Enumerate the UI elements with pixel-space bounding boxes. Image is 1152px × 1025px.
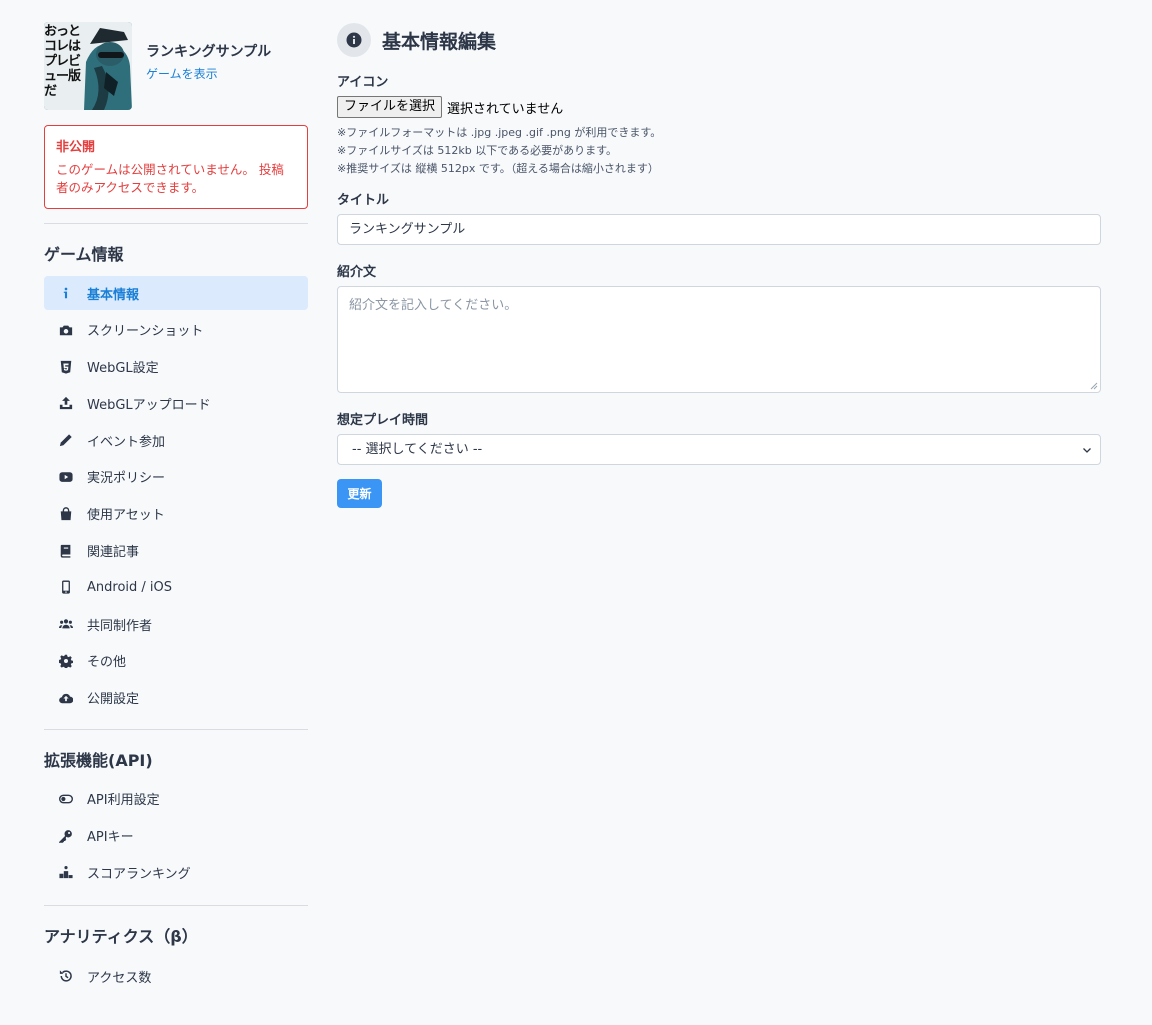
sidebar-item-label: APIキー <box>87 830 134 846</box>
private-alert: 非公開 このゲームは公開されていません。 投稿者のみアクセスできます。 <box>44 125 308 209</box>
sidebar-item-label: その他 <box>87 655 127 671</box>
sidebar-item-label: スクリーンショット <box>87 324 204 340</box>
youtube-icon <box>58 469 74 485</box>
sidebar-item-label: WebGLアップロード <box>87 397 211 413</box>
html5-icon <box>58 359 74 375</box>
sidebar-item-other[interactable]: その他 <box>44 644 308 678</box>
sidebar-item-label: スコアランキング <box>87 866 191 882</box>
sidebar-item-publish[interactable]: 公開設定 <box>44 681 308 715</box>
sidebar-item-label: アクセス数 <box>87 970 152 986</box>
info-circle-icon <box>337 23 371 57</box>
sidebar-item-basic-info[interactable]: 基本情報 <box>44 276 308 310</box>
sidebar-item-collaborators[interactable]: 共同制作者 <box>44 607 308 641</box>
game-name: ランキングサンプル <box>146 43 272 60</box>
sidebar-item-api-settings[interactable]: API利用設定 <box>44 782 308 816</box>
users-icon <box>58 616 74 632</box>
divider <box>44 728 308 730</box>
upload-icon <box>58 395 74 411</box>
alert-title: 非公開 <box>56 140 96 155</box>
divider <box>44 223 308 224</box>
divider <box>44 905 308 907</box>
info-icon <box>58 285 74 301</box>
gear-icon <box>58 653 74 669</box>
sidebar-item-articles[interactable]: 関連記事 <box>44 534 308 568</box>
key-icon <box>58 828 74 844</box>
game-meta: ランキングサンプル ゲームを表示 <box>146 41 271 82</box>
sidebar-item-label: 実況ポリシー <box>87 471 166 487</box>
icon-hints: ※ファイルフォーマットは .jpg .jpeg .gif .png が利用できま… <box>337 124 1101 178</box>
playtime-field-label: 想定プレイ時間 <box>337 413 429 428</box>
description-field-label: 紹介文 <box>337 265 377 280</box>
section-title-api: 拡張機能(API) <box>44 750 153 770</box>
sidebar-item-streaming-policy[interactable]: 実況ポリシー <box>44 460 308 494</box>
mobile-icon <box>58 579 74 595</box>
sidebar-item-access-count[interactable]: アクセス数 <box>44 959 308 993</box>
camera-icon <box>58 322 74 338</box>
sidebar-item-webgl-settings[interactable]: WebGL設定 <box>44 350 308 384</box>
sidebar-item-label: Android / iOS <box>87 579 173 595</box>
sidebar-item-label: 基本情報 <box>87 287 140 303</box>
nav-game-info: 基本情報 スクリーンショット WebGL設定 WebGLアップロード イベント参… <box>44 276 308 715</box>
toggle-icon <box>58 791 74 807</box>
hint-format: ※ファイルフォーマットは .jpg .jpeg .gif .png が利用できま… <box>337 126 662 139</box>
cloud-upload-icon <box>58 690 74 706</box>
nav-analytics: アクセス数 <box>44 959 308 993</box>
history-icon <box>58 968 74 984</box>
sidebar-item-label: 共同制作者 <box>87 618 153 634</box>
sidebar-item-score-ranking[interactable]: スコアランキング <box>44 855 308 889</box>
shopping-bag-icon <box>58 506 74 522</box>
choose-file-button[interactable]: ファイルを選択 <box>337 96 443 118</box>
main-content: 基本情報編集 アイコン ファイルを選択 選択されていません ※ファイルフォーマッ… <box>337 22 1101 508</box>
book-icon <box>58 543 74 559</box>
page-title: 基本情報編集 <box>382 30 497 53</box>
description-placeholder: 紹介文を記入してください。 <box>349 298 518 313</box>
game-thumbnail[interactable]: おっとコレはプレビュー版だ <box>44 22 132 110</box>
section-title-analytics: アナリティクス（β） <box>44 927 198 947</box>
description-textarea[interactable]: 紹介文を記入してください。 <box>337 286 1101 393</box>
update-button[interactable]: 更新 <box>337 479 382 508</box>
icon-file-input: ファイルを選択 選択されていません <box>337 96 1101 118</box>
sidebar-item-screenshots[interactable]: スクリーンショット <box>44 313 308 347</box>
section-title-game-info: ゲーム情報 <box>44 245 124 264</box>
file-status: 選択されていません <box>447 101 564 117</box>
sidebar-item-label: イベント参加 <box>87 434 166 450</box>
title-input[interactable]: ランキングサンプル <box>337 214 1101 245</box>
page-header: 基本情報編集 <box>337 22 1101 58</box>
resize-handle-icon[interactable] <box>1090 382 1098 390</box>
thumbnail-text: おっとコレはプレビュー版だ <box>44 24 81 99</box>
sidebar-item-label: WebGL設定 <box>87 361 159 377</box>
sidebar-item-android-ios[interactable]: Android / iOS <box>44 570 308 604</box>
chevron-down-icon <box>1083 448 1091 453</box>
icon-field-label: アイコン <box>337 75 389 90</box>
sidebar-item-label: 関連記事 <box>87 545 140 561</box>
sidebar-item-label: API利用設定 <box>87 793 160 809</box>
nav-api: API利用設定 APIキー スコアランキング <box>44 782 308 890</box>
sidebar: おっとコレはプレビュー版だ ランキングサンプル ゲームを表示 非公開 このゲーム… <box>44 22 308 996</box>
pen-icon <box>58 432 74 448</box>
title-field-label: タイトル <box>337 193 390 208</box>
hint-size: ※ファイルサイズは 512kb 以下である必要があります。 <box>337 144 618 157</box>
playtime-selected-value: -- 選択してください -- <box>352 442 483 457</box>
sidebar-item-api-key[interactable]: APIキー <box>44 819 308 853</box>
sidebar-item-webgl-upload[interactable]: WebGLアップロード <box>44 386 308 420</box>
alert-body: このゲームは公開されていません。 投稿者のみアクセスできます。 <box>56 162 284 195</box>
sidebar-item-event[interactable]: イベント参加 <box>44 423 308 457</box>
view-game-link[interactable]: ゲームを表示 <box>146 65 271 82</box>
game-header: おっとコレはプレビュー版だ ランキングサンプル ゲームを表示 <box>44 22 308 110</box>
sidebar-item-label: 公開設定 <box>87 692 140 708</box>
playtime-select[interactable]: -- 選択してください -- <box>337 434 1101 465</box>
sidebar-item-assets[interactable]: 使用アセット <box>44 497 308 531</box>
sidebar-item-label: 使用アセット <box>87 508 165 524</box>
podium-icon <box>58 864 74 880</box>
hint-dimensions: ※推奨サイズは 縦横 512px です。（超える場合は縮小されます） <box>337 162 659 175</box>
